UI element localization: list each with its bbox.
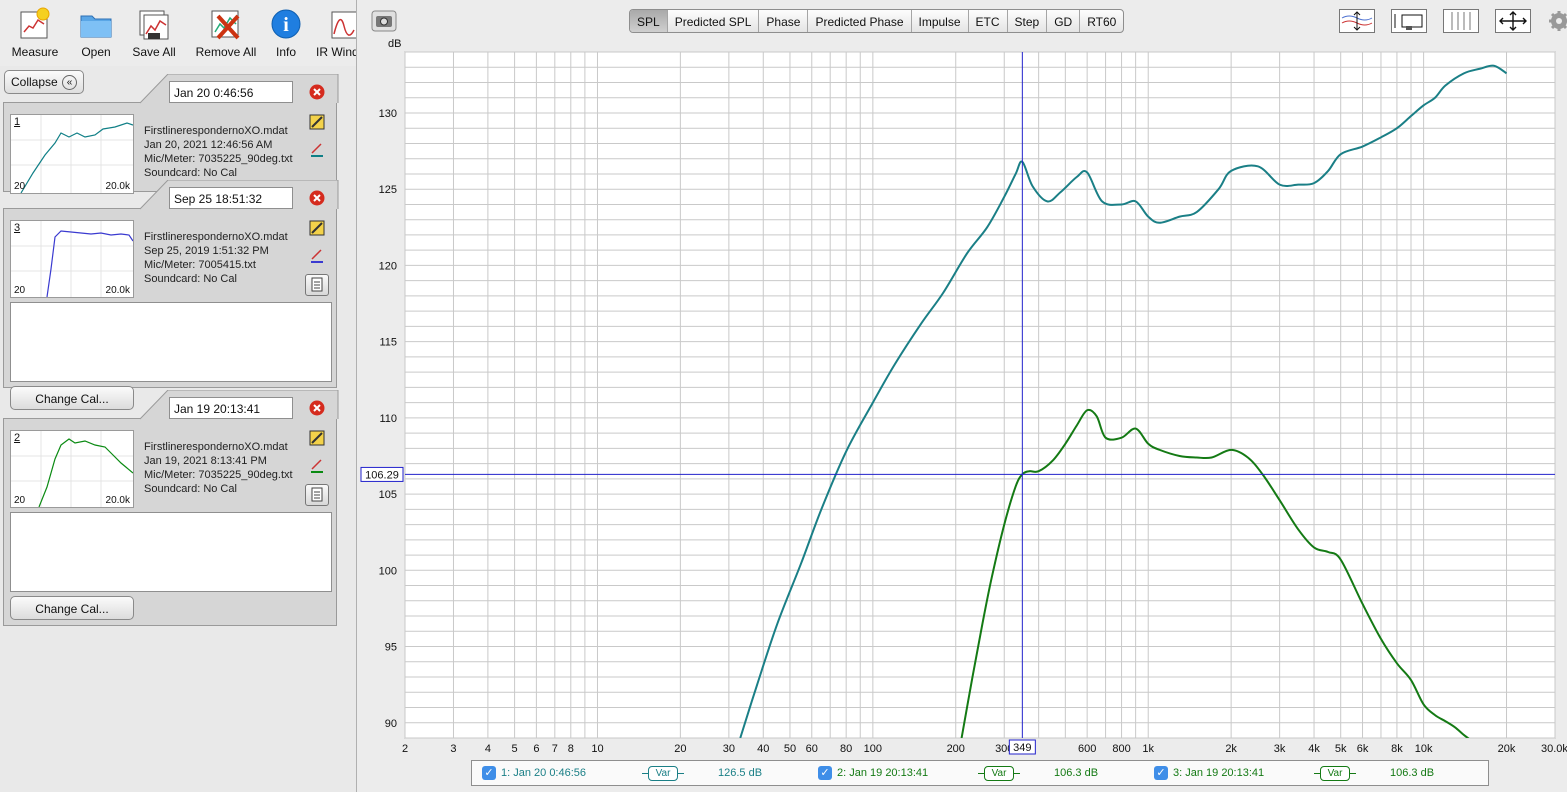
x-tick-label: 20 (674, 743, 686, 755)
measurement-thumbnail-1[interactable]: 1 20 20.0k (10, 114, 134, 194)
legend-checkbox-1[interactable]: ✓ (482, 766, 496, 780)
color-picker-1-icon[interactable] (309, 142, 325, 158)
y-tick-label: 95 (385, 642, 397, 654)
measurement-info-1: FirstlinerespondernoXO.mdat Jan 20, 2021… (144, 125, 293, 179)
measurement-thumbnail-2[interactable]: 2 20 20.0k (10, 430, 134, 508)
legend-checkbox-3[interactable]: ✓ (1154, 766, 1168, 780)
ir-windows-icon (331, 11, 356, 39)
y-tick-label: 90 (385, 718, 397, 730)
x-tick-label: 800 (1112, 743, 1130, 755)
edit-measurement-3-icon[interactable] (309, 220, 325, 236)
x-tick-label: 8 (568, 743, 574, 755)
folder-icon (80, 15, 112, 38)
measurement-notes-2[interactable] (10, 512, 332, 592)
change-cal-button-3[interactable]: Change Cal... (10, 386, 134, 410)
y-tick-label: 115 (379, 337, 397, 349)
x-tick-label: 7 (552, 743, 558, 755)
x-tick-label: 600 (1078, 743, 1096, 755)
x-tick-label: 50 (784, 743, 796, 755)
edit-measurement-2-icon[interactable] (309, 430, 325, 446)
x-tick-label: 60 (806, 743, 818, 755)
x-tick-label: 6 (533, 743, 539, 755)
spl-chart[interactable]: dB 90 95 100 105 110 115 120 125 130 2 3 4 5 6 7 8 10 20… (357, 0, 1567, 792)
x-tick-label: 30 (723, 743, 735, 755)
y-tick-label: 125 (379, 184, 397, 196)
color-picker-3-icon[interactable] (309, 248, 325, 264)
x-tick-label: 4k (1308, 743, 1320, 755)
x-tick-label: 4 (485, 743, 491, 755)
collapse-chevron-icon: « (62, 75, 77, 90)
x-tick-label: 100 (864, 743, 882, 755)
save-all-icon (139, 10, 169, 40)
legend-name-3: 3: Jan 19 20:13:41 (1173, 767, 1265, 779)
legend-checkbox-2[interactable]: ✓ (818, 766, 832, 780)
legend-value-1: 126.5 dB (718, 767, 763, 779)
legend-value-2: 106.3 dB (1054, 767, 1099, 779)
y-tick-label: 120 (379, 260, 397, 272)
x-tick-label: 30.0k Hz (1541, 743, 1567, 755)
measurement-date-field-2[interactable]: Jan 19 20:13:41 (169, 397, 293, 419)
legend-name-1: 1: Jan 20 0:46:56 (501, 767, 587, 779)
x-tick-label: 10 (591, 743, 603, 755)
ir-windows-button[interactable]: IR Wind (306, 6, 356, 59)
x-tick-label: 2 (402, 743, 408, 755)
measure-icon (20, 7, 50, 39)
x-tick-label: 8k (1391, 743, 1403, 755)
measure-button[interactable]: Measure (3, 6, 67, 59)
collapse-button[interactable]: Collapse « (4, 70, 84, 94)
change-cal-button-2[interactable]: Change Cal... (10, 596, 134, 620)
remove-measurement-2-icon[interactable] (309, 400, 325, 416)
remove-all-button[interactable]: Remove All (194, 6, 258, 59)
remove-measurement-1-icon[interactable] (309, 84, 325, 100)
cursor-y-readout: 106.29 (365, 469, 399, 481)
x-tick-label: 20k (1498, 743, 1516, 755)
legend-var-3[interactable]: Var (1314, 766, 1356, 781)
x-axis-ticks: 2 3 4 5 6 7 8 10 20 30 40 50 60 80 100 200 300 600 800 1k 2k… (402, 743, 1567, 755)
measurement-info-3: FirstlinerespondernoXO.mdat Sep 25, 2019… (144, 231, 288, 285)
y-tick-label: 130 (379, 108, 397, 120)
save-all-button[interactable]: Save All (122, 6, 186, 59)
x-tick-label: 10k (1415, 743, 1433, 755)
x-tick-label: 6k (1357, 743, 1369, 755)
y-tick-label: 105 (379, 489, 397, 501)
svg-text:i: i (283, 14, 289, 36)
x-tick-label: 80 (840, 743, 852, 755)
color-picker-2-icon[interactable] (309, 458, 325, 474)
x-tick-label: 2k (1225, 743, 1237, 755)
notes-2-icon[interactable] (305, 484, 329, 506)
measurement-info-2: FirstlinerespondernoXO.mdat Jan 19, 2021… (144, 441, 293, 495)
notes-3-icon[interactable] (305, 274, 329, 296)
x-tick-label: 3k (1274, 743, 1286, 755)
x-tick-label: 40 (757, 743, 769, 755)
cursor-x-readout: 349 (1013, 742, 1031, 754)
y-tick-label: 110 (379, 413, 397, 425)
measurement-thumbnail-3[interactable]: 3 20 20.0k (10, 220, 134, 298)
remove-all-icon (211, 10, 240, 40)
edit-measurement-1-icon[interactable] (309, 114, 325, 130)
info-icon: i (271, 9, 301, 39)
x-tick-label: 5 (512, 743, 518, 755)
y-axis-ticks: 90 95 100 105 110 115 120 125 130 (379, 108, 397, 730)
open-button[interactable]: Open (64, 6, 128, 59)
measurement-date-field-3[interactable]: Sep 25 18:51:32 (169, 187, 293, 209)
legend-var-2[interactable]: Var (978, 766, 1020, 781)
y-tick-label: 100 (379, 565, 397, 577)
y-unit-label: dB (388, 38, 401, 50)
remove-measurement-3-icon[interactable] (309, 190, 325, 206)
legend-name-2: 2: Jan 19 20:13:41 (837, 767, 929, 779)
measurement-date-field-1[interactable]: Jan 20 0:46:56 (169, 81, 293, 103)
graph-window: SPL Predicted SPL Phase Predicted Phase … (356, 0, 1567, 792)
x-tick-label: 3 (450, 743, 456, 755)
legend-bar: ✓ 1: Jan 20 0:46:56 Var 126.5 dB ✓ 2: Ja… (471, 760, 1489, 786)
x-tick-label: 200 (947, 743, 965, 755)
legend-value-3: 106.3 dB (1390, 767, 1435, 779)
x-tick-label: 5k (1335, 743, 1347, 755)
legend-var-1[interactable]: Var (642, 766, 684, 781)
main-toolbar: Measure Open Save All Remove All i Info (0, 0, 356, 66)
measurement-notes-3[interactable] (10, 302, 332, 382)
x-tick-label: 1k (1142, 743, 1154, 755)
